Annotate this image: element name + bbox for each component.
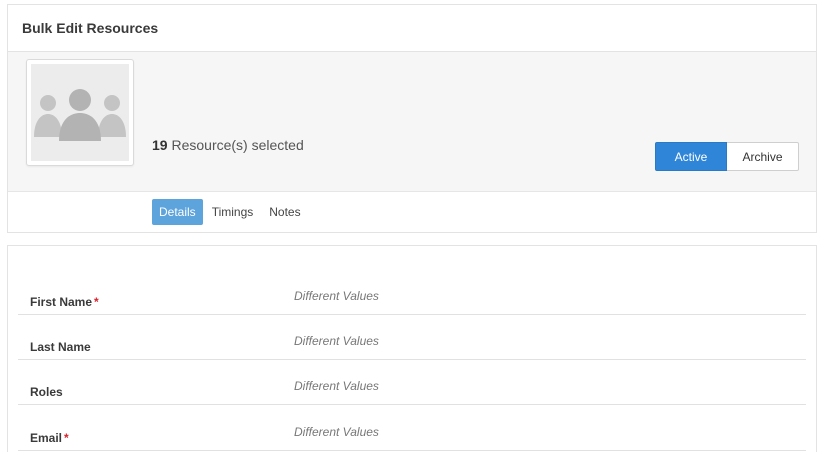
status-toggle: Active Archive	[655, 142, 799, 172]
field-value-last-name[interactable]: Different Values	[294, 334, 379, 348]
field-label: Roles	[30, 385, 63, 399]
details-form: First Name * Different Values Last Name D…	[7, 245, 817, 452]
form-row-email: Email * Different Values	[18, 406, 806, 451]
field-value-roles[interactable]: Different Values	[294, 379, 379, 393]
field-label: First Name *	[30, 295, 99, 309]
field-value-email[interactable]: Different Values	[294, 425, 379, 439]
tab-timings[interactable]: Timings	[205, 199, 261, 225]
selected-count: 19	[152, 137, 168, 153]
field-label: Last Name	[30, 340, 91, 354]
selection-count-text: 19 Resource(s) selected	[152, 137, 304, 153]
form-row-last-name: Last Name Different Values	[18, 315, 806, 360]
field-label: Email *	[30, 431, 69, 445]
archive-button[interactable]: Archive	[727, 142, 799, 171]
users-group-icon	[34, 88, 126, 141]
required-marker: *	[64, 431, 69, 445]
tab-notes[interactable]: Notes	[262, 199, 307, 225]
form-row-roles: Roles Different Values	[18, 360, 806, 405]
field-value-first-name[interactable]: Different Values	[294, 289, 379, 303]
form-row-first-name: First Name * Different Values	[18, 270, 806, 315]
tab-details[interactable]: Details	[152, 199, 203, 225]
bulk-edit-panel: Bulk Edit Resources 19 Resource(s) selec…	[7, 4, 817, 233]
avatar-placeholder	[31, 64, 129, 161]
page-title: Bulk Edit Resources	[22, 20, 159, 36]
required-marker: *	[94, 295, 99, 309]
avatar	[26, 59, 134, 166]
selected-suffix: Resource(s) selected	[171, 137, 304, 153]
detail-tabs: Details Timings Notes	[152, 199, 308, 225]
active-button[interactable]: Active	[655, 142, 727, 171]
panel-header: Bulk Edit Resources	[8, 5, 816, 52]
